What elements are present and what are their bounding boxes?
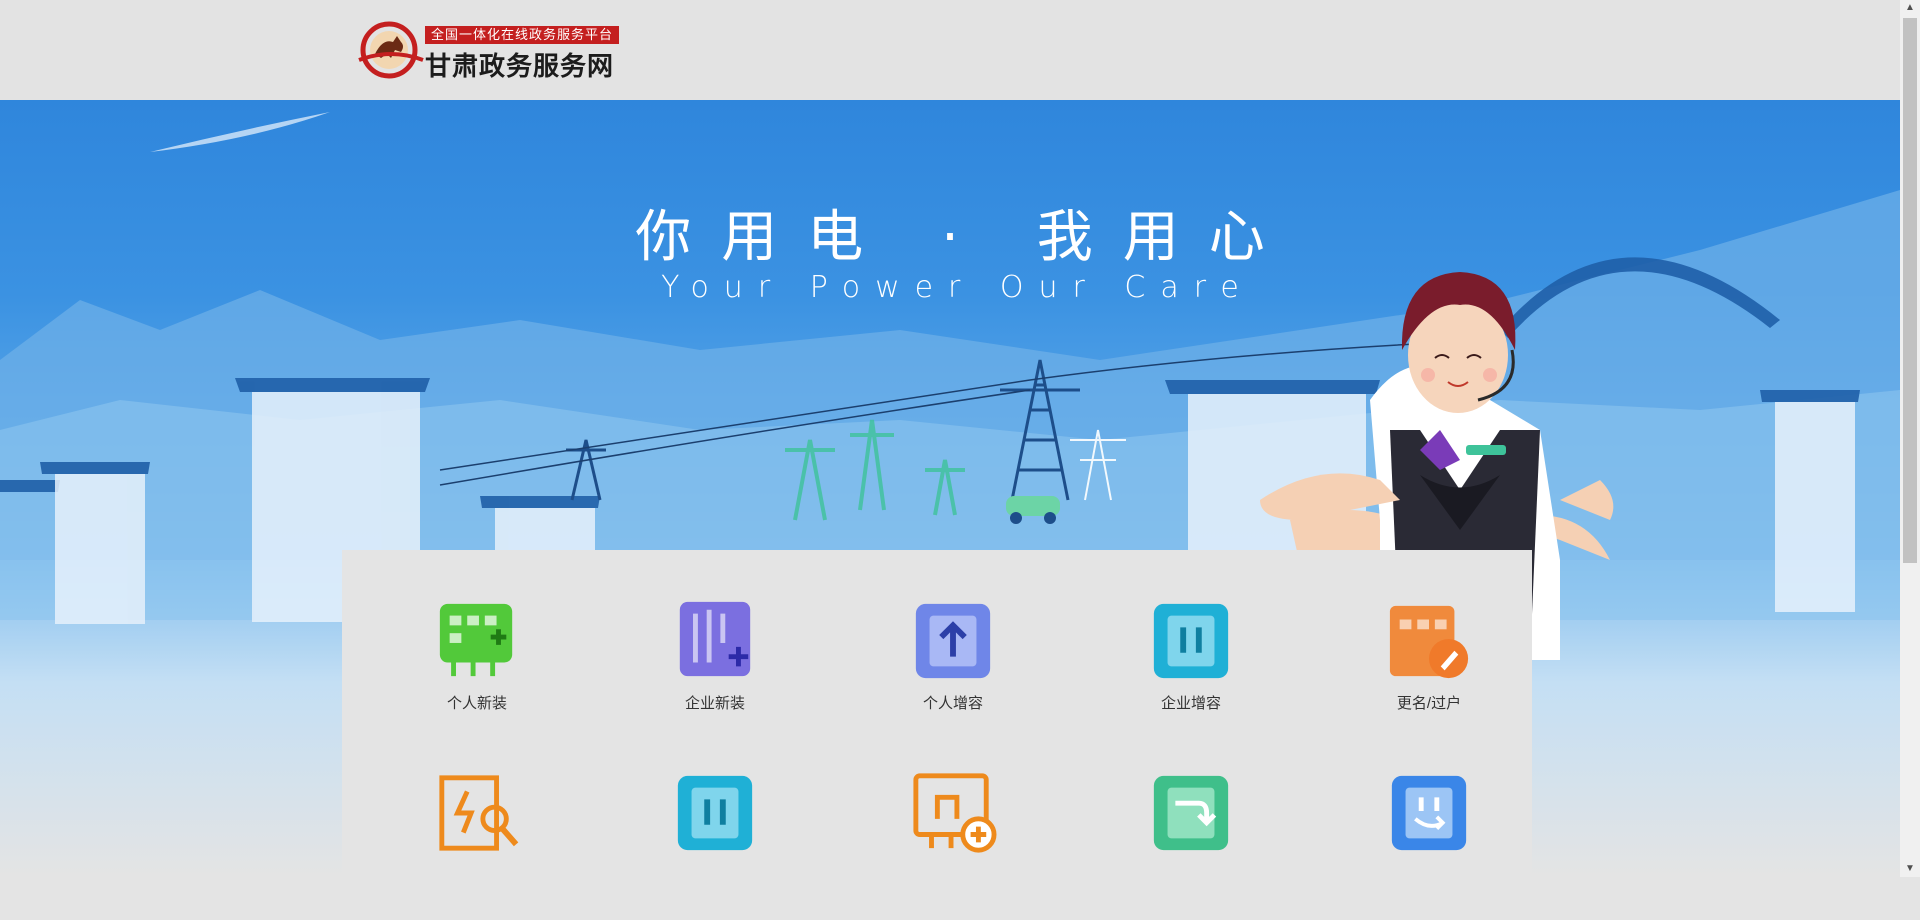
logo-emblem-icon [358, 21, 424, 79]
meter-reset-icon [1391, 775, 1467, 851]
service-label: 企业新装 [684, 695, 745, 712]
scroll-up-icon[interactable]: ▲ [1900, 0, 1920, 16]
scroll-down-icon[interactable]: ▼ [1900, 861, 1920, 877]
service-panel: 个人新装 企业新装 个人增容 企业增容 更名/过户 [342, 550, 1532, 877]
banner-slogan-cn: 你用电 · 我用心 [635, 205, 1295, 270]
enterprise-capacity-icon [1153, 603, 1229, 679]
service-item[interactable] [1111, 770, 1271, 920]
service-item[interactable]: 企业增容 [1111, 598, 1271, 748]
power-repair-icon [439, 775, 519, 851]
rename-transfer-icon [1389, 605, 1469, 679]
vertical-scrollbar[interactable]: ▲ ▼ [1900, 0, 1920, 877]
service-item[interactable]: 个人增容 [873, 598, 1033, 748]
service-label: 企业增容 [1160, 695, 1221, 712]
service-item[interactable] [397, 770, 557, 920]
service-item[interactable]: 企业新装 [635, 598, 795, 748]
logo-site-name: 甘肃政务服务网 [425, 51, 615, 81]
building-add-icon [913, 773, 997, 853]
service-item[interactable] [635, 770, 795, 920]
service-label: 个人新装 [446, 695, 507, 712]
service-item[interactable] [1349, 770, 1509, 920]
capacity-up-icon [915, 603, 991, 679]
meter-return-icon [1153, 775, 1229, 851]
meter-add-icon [439, 603, 513, 677]
service-item[interactable]: 个人新装 [397, 598, 557, 748]
meter-pause-icon [677, 775, 753, 851]
enterprise-meter-add-icon [679, 601, 751, 677]
site-header: 全国一体化在线政务服务平台 甘肃政务服务网 [0, 0, 1900, 101]
service-label: 个人增容 [922, 695, 983, 712]
service-item[interactable]: 更名/过户 [1349, 598, 1509, 748]
scrollbar-thumb[interactable] [1903, 18, 1917, 563]
logo-tagline: 全国一体化在线政务服务平台 [425, 26, 620, 44]
service-item[interactable] [873, 770, 1033, 920]
service-grid: 个人新装 企业新装 个人增容 企业增容 更名/过户 [342, 550, 1532, 877]
service-label: 更名/过户 [1396, 695, 1462, 712]
site-logo[interactable]: 全国一体化在线政务服务平台 甘肃政务服务网 [357, 18, 620, 81]
banner-slogan-en: Your Power Our Care [661, 270, 1254, 305]
